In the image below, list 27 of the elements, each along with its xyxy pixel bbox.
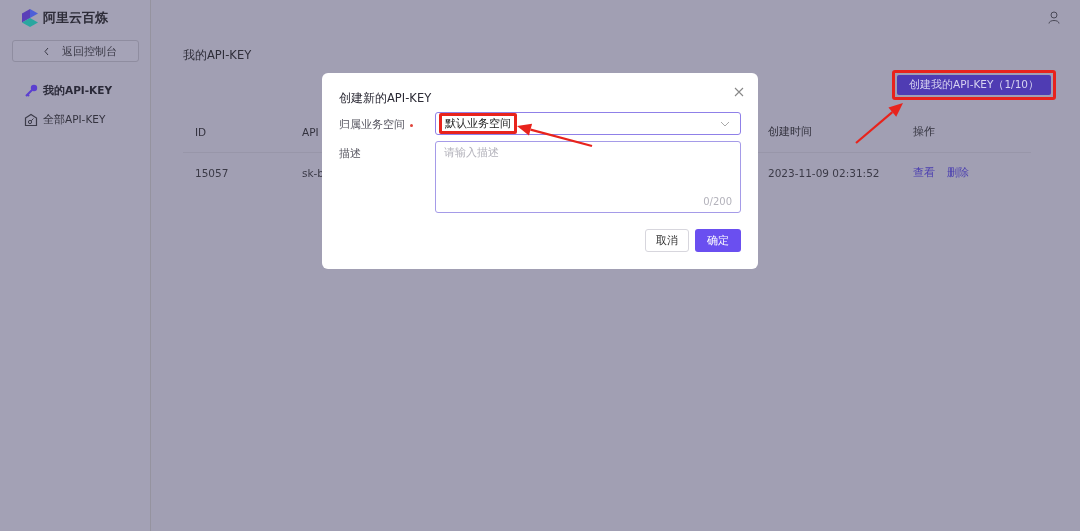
close-icon[interactable] xyxy=(734,87,744,97)
chevron-left-icon xyxy=(43,46,50,56)
back-button[interactable]: 返回控制台 xyxy=(12,40,139,62)
page-title: 我的API-KEY xyxy=(183,48,253,63)
action-link[interactable]: 查看 xyxy=(913,166,935,180)
key-icon xyxy=(24,83,38,98)
char-counter: 0/200 xyxy=(703,196,732,207)
cancel-button[interactable]: 取消 xyxy=(645,229,689,252)
action-link[interactable]: 删除 xyxy=(947,166,969,180)
table-cell: 15057 xyxy=(195,167,229,179)
field-label: 归属业务空间 xyxy=(339,112,435,135)
create-button[interactable]: 创建我的API-KEY（1/10） xyxy=(897,75,1051,95)
highlight-box: 默认业务空间 xyxy=(439,113,517,134)
logo-icon xyxy=(22,9,38,27)
column-header: 操作 xyxy=(901,112,1031,153)
dialog-title: 创建新的API-KEY xyxy=(339,91,433,106)
arrow xyxy=(855,103,903,144)
sidebar-item[interactable]: 全部API-KEY xyxy=(0,105,150,134)
sidebar-item[interactable]: 我的API-KEY xyxy=(0,76,150,105)
app-name: 阿里云百炼 xyxy=(43,9,108,27)
column-header: ID xyxy=(183,112,290,153)
house-icon xyxy=(24,112,38,127)
table-cell: 2023-11-09 02:31:52 xyxy=(768,167,880,179)
user-icon[interactable] xyxy=(1048,10,1060,24)
confirm-button[interactable]: 确定 xyxy=(695,229,741,252)
select-field[interactable]: 默认业务空间 xyxy=(435,112,741,135)
chevron-down-icon xyxy=(720,120,730,127)
